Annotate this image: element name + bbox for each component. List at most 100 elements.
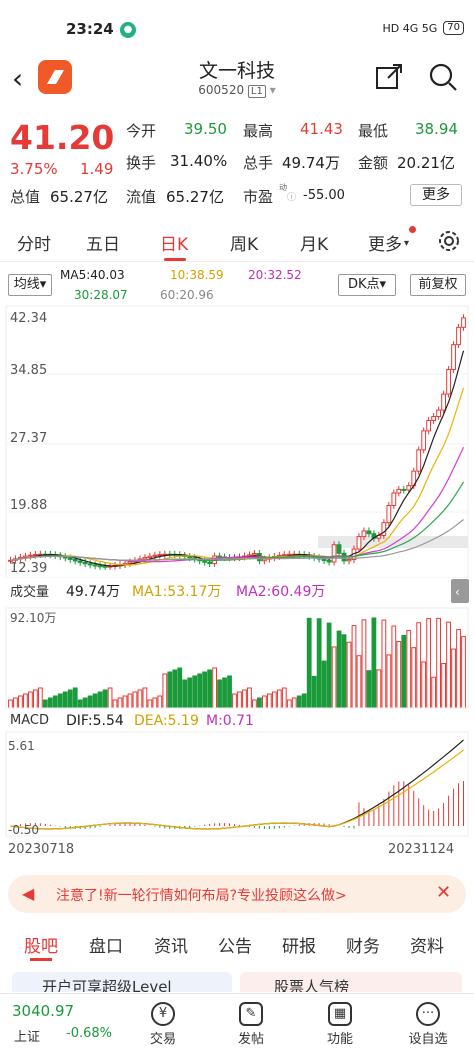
float-label: 流值 bbox=[126, 188, 157, 206]
tab-weekly-k[interactable]: 周K bbox=[230, 230, 258, 255]
ma20-readout: 20:32.52 bbox=[248, 268, 302, 282]
settings-gear-icon[interactable] bbox=[436, 228, 462, 254]
volume-value: 49.74万 bbox=[66, 584, 120, 600]
volume-bar bbox=[152, 697, 158, 709]
candle-body bbox=[366, 530, 372, 535]
volume-bar bbox=[97, 691, 103, 709]
volume-bar bbox=[82, 697, 88, 709]
volume-bar bbox=[266, 693, 272, 709]
volume-bar bbox=[232, 693, 237, 709]
y-axis-label-4: 19.88 bbox=[10, 498, 47, 513]
y-axis-label-1: 42.34 bbox=[10, 311, 47, 326]
ma60-readout: 60:20.96 bbox=[160, 288, 214, 302]
mcap-label: 总值 bbox=[10, 188, 41, 206]
tab-finance[interactable]: 财务 bbox=[346, 932, 380, 957]
dk-label: DK点 bbox=[347, 277, 380, 292]
volume-bar bbox=[276, 689, 282, 709]
turnover-value: 31.40% bbox=[170, 152, 228, 170]
candle-body bbox=[461, 317, 466, 328]
tab-five-day[interactable]: 五日 bbox=[86, 230, 120, 255]
functions-button[interactable]: ▦ 功能 bbox=[310, 1002, 370, 1047]
candle-body bbox=[436, 409, 442, 417]
tab-orderbook[interactable]: 盘口 bbox=[89, 932, 123, 957]
volume-bar bbox=[217, 679, 222, 709]
candle-body bbox=[152, 554, 158, 557]
candle-body bbox=[346, 559, 352, 562]
tab-intraday[interactable]: 分时 bbox=[17, 230, 51, 255]
volume-bar bbox=[237, 691, 242, 709]
candle-body bbox=[281, 554, 287, 557]
volume-bar bbox=[451, 648, 456, 709]
volume-bar bbox=[366, 670, 372, 709]
candle-body bbox=[252, 552, 257, 556]
share-icon[interactable] bbox=[374, 62, 404, 92]
tab-news[interactable]: 资讯 bbox=[154, 932, 188, 957]
post-button[interactable]: ✎ 发帖 bbox=[221, 1002, 281, 1047]
candle-body bbox=[326, 560, 332, 563]
dropdown-icon[interactable]: ▾ bbox=[270, 83, 276, 97]
tab-announcements[interactable]: 公告 bbox=[218, 932, 252, 957]
status-time: 23:24 bbox=[66, 20, 114, 38]
volume-bar bbox=[306, 617, 312, 709]
tab-more[interactable]: 更多 bbox=[368, 230, 402, 255]
ma-lines-group bbox=[10, 350, 465, 567]
info-icon[interactable]: ⓘ bbox=[287, 190, 296, 203]
tab-daily-k[interactable]: 日K bbox=[160, 230, 188, 255]
bottom-bar: 3040.97 上证 -0.68% ¥ 交易 ✎ 发帖 ▦ 功能 ··· 设自选 bbox=[0, 993, 474, 1053]
pe-value: -55.00 bbox=[303, 188, 345, 203]
volume-bar bbox=[461, 636, 466, 709]
search-icon[interactable] bbox=[428, 62, 458, 92]
volume-bar bbox=[162, 673, 168, 709]
promo-right[interactable]: 股票人气榜 bbox=[240, 972, 462, 992]
post-label: 发帖 bbox=[237, 1032, 264, 1047]
add-watchlist-button[interactable]: ··· 设自选 bbox=[398, 1002, 458, 1047]
volume-bar bbox=[252, 699, 257, 709]
chevron-down-icon: ▾ bbox=[379, 277, 387, 292]
volume-bar bbox=[416, 622, 422, 709]
macd-max-label: 5.61 bbox=[8, 739, 35, 753]
volume-bar bbox=[112, 699, 118, 709]
promo-left[interactable]: 开户可享超级Level bbox=[12, 972, 232, 992]
candles-group bbox=[8, 314, 466, 570]
volume-label[interactable]: 成交量 bbox=[10, 584, 49, 600]
date-start-label: 20230718 bbox=[8, 842, 75, 857]
network-indicator: HD 4G 5G bbox=[382, 21, 438, 35]
volume-bar bbox=[346, 641, 352, 709]
content-tabs: 股吧 盘口 资讯 公告 研报 财务 资料 bbox=[0, 930, 474, 962]
candle-body bbox=[386, 504, 392, 524]
close-icon[interactable]: ✕ bbox=[436, 882, 451, 903]
functions-label: 功能 bbox=[326, 1032, 353, 1047]
index-value: 3040.97 bbox=[12, 1002, 75, 1020]
volume-bar bbox=[142, 687, 148, 709]
trade-button[interactable]: ¥ 交易 bbox=[133, 1002, 193, 1047]
ma5-line bbox=[10, 350, 465, 567]
pe-label: 市盈 bbox=[243, 188, 274, 206]
macd-dea-line bbox=[10, 749, 464, 830]
dk-point-select[interactable]: DK点▾ bbox=[338, 274, 396, 296]
chevron-down-icon: ▾ bbox=[404, 238, 410, 249]
volume-bar bbox=[296, 695, 302, 709]
volume-bar bbox=[446, 621, 451, 709]
adjust-price-button[interactable]: 前复权 bbox=[410, 274, 466, 296]
volume-bar bbox=[137, 689, 143, 709]
k-indicator-bar: 均线▾ MA5:40.03 10:38.59 20:32.52 30:28.07… bbox=[0, 266, 474, 306]
ma-select[interactable]: 均线▾ bbox=[8, 274, 52, 296]
k-line-chart[interactable]: 42.34 34.85 27.37 19.88 12.39 成交量 49.74万… bbox=[0, 304, 474, 857]
tab-profile[interactable]: 资料 bbox=[410, 932, 444, 957]
promo-strip[interactable]: 开户可享超级Level 股票人气榜 bbox=[0, 970, 474, 992]
tab-monthly-k[interactable]: 月K bbox=[300, 230, 328, 255]
more-button[interactable]: 更多 bbox=[410, 184, 462, 206]
volume-bar bbox=[107, 687, 113, 709]
tab-research[interactable]: 研报 bbox=[282, 932, 316, 957]
volume-bar bbox=[157, 695, 163, 709]
candle-body bbox=[406, 485, 412, 491]
notice-banner[interactable]: ◀ 注意了!新一轮行情如何布局?专业投顾这么做> ✕ bbox=[8, 875, 466, 913]
volume-bar bbox=[286, 699, 292, 709]
tab-guba[interactable]: 股吧 bbox=[24, 932, 58, 957]
macd-label[interactable]: MACD bbox=[10, 713, 49, 728]
ma30-readout: 30:28.07 bbox=[74, 288, 128, 302]
collapse-handle[interactable] bbox=[451, 579, 469, 603]
candle-body bbox=[92, 564, 98, 567]
chart-svg: 42.34 34.85 27.37 19.88 12.39 成交量 49.74万… bbox=[0, 305, 474, 837]
candle-body bbox=[32, 554, 38, 557]
